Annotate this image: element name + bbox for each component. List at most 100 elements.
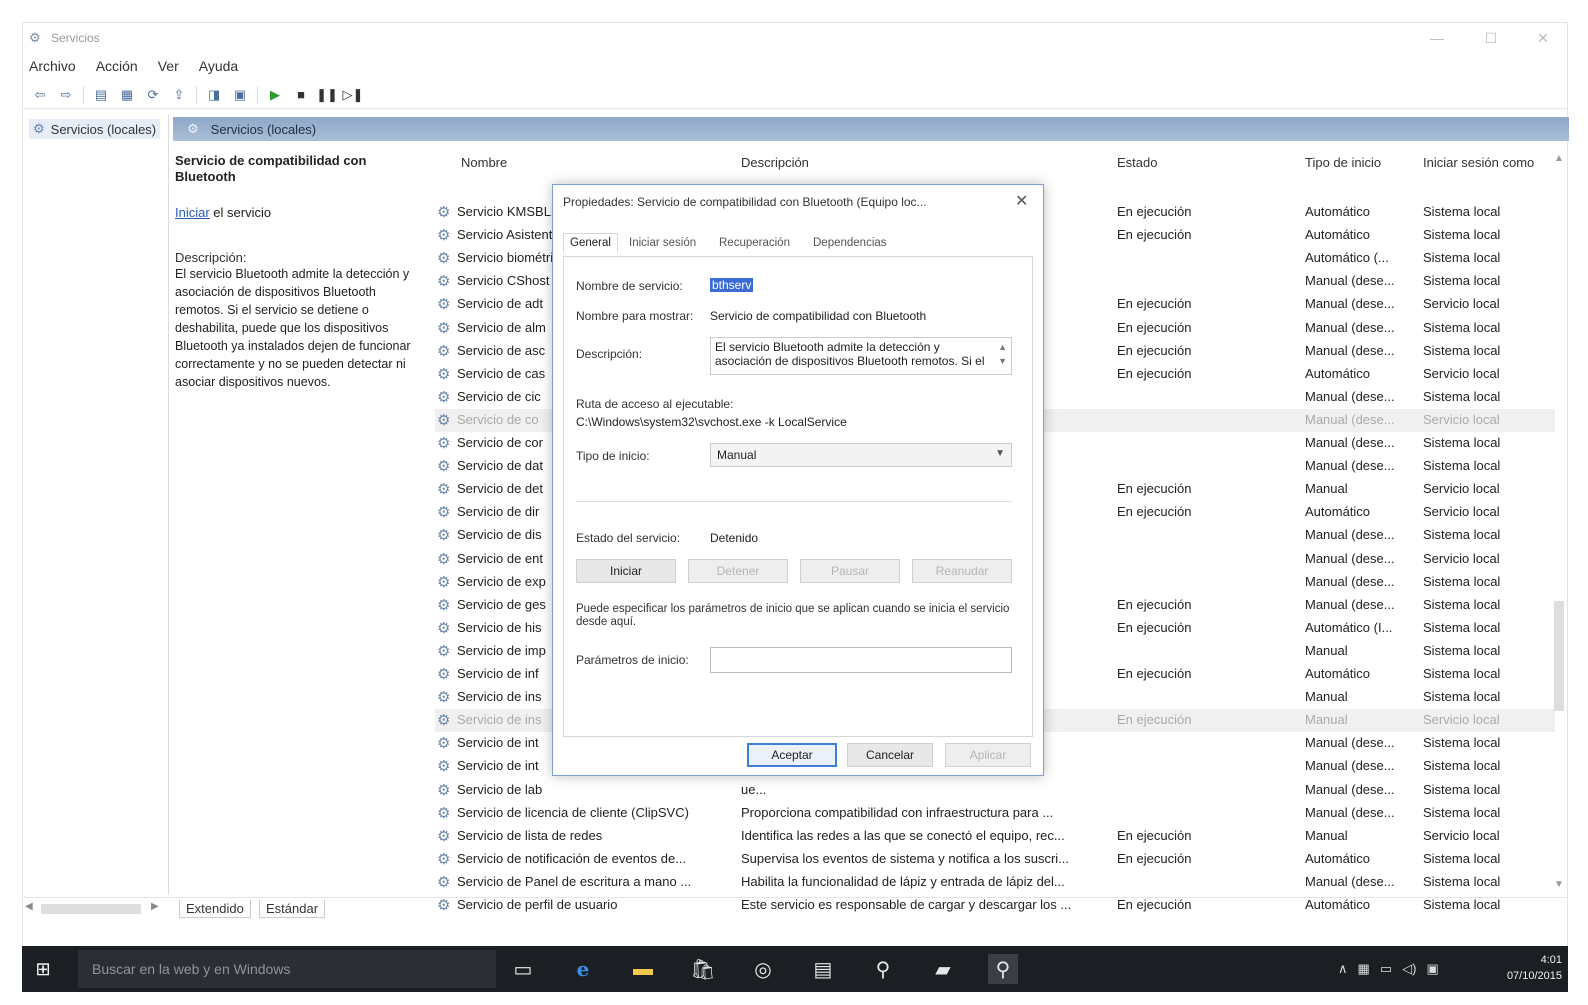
- cell-startup: Manual: [1305, 712, 1348, 728]
- resume-button[interactable]: Reanudar: [912, 559, 1012, 583]
- store-icon[interactable]: 🛍: [688, 954, 718, 984]
- close-window-button[interactable]: ✕: [1519, 23, 1567, 53]
- tray-volume-icon[interactable]: ◁): [1402, 961, 1416, 977]
- forward-arrow-icon[interactable]: ⇨: [53, 84, 79, 106]
- tree-node-services-local[interactable]: ⚙ Servicios (locales): [29, 119, 161, 139]
- tab-dependencias[interactable]: Dependencias: [813, 237, 887, 249]
- cell-desc: ue...: [741, 781, 767, 797]
- column-header-startup-type[interactable]: Tipo de inicio: [1305, 155, 1381, 170]
- description-scroll-icon[interactable]: ▲ ▼: [998, 340, 1007, 368]
- taskbar-clock[interactable]: 4:01 07/10/2015: [1488, 952, 1562, 984]
- cell-startup: Automático: [1305, 204, 1371, 219]
- tab-recuperacion[interactable]: Recuperación: [719, 237, 790, 249]
- menu-accion[interactable]: Acción: [96, 58, 138, 74]
- table-row[interactable]: ⚙ Servicio de licencia de cliente (ClipSV…: [435, 802, 1555, 825]
- column-header-name[interactable]: Nombre: [461, 155, 507, 170]
- cell-startup: Manual (dese...: [1305, 527, 1395, 543]
- start-params-input[interactable]: [710, 647, 1012, 673]
- horizontal-scroll-thumb[interactable]: [41, 904, 141, 914]
- maximize-button[interactable]: ☐: [1467, 23, 1515, 53]
- table-row[interactable]: ⚙ Servicio de lista de redes Identifica la…: [435, 825, 1555, 848]
- apply-button[interactable]: Aplicar: [945, 743, 1031, 767]
- cell-logon: Sistema local: [1423, 342, 1501, 358]
- refresh-icon[interactable]: ⟳: [140, 84, 166, 106]
- console-tree-icon[interactable]: ▤: [88, 84, 114, 106]
- cell-logon: Sistema local: [1423, 804, 1501, 820]
- path-label: Ruta de acceso al ejecutable:: [576, 397, 734, 411]
- vertical-scroll-thumb[interactable]: [1554, 601, 1564, 711]
- tab-extendido[interactable]: Extendido: [179, 900, 251, 918]
- tab-general[interactable]: General: [563, 233, 618, 253]
- pause-service-icon[interactable]: ❚❚: [314, 84, 340, 106]
- taskbar-search-box[interactable]: Buscar en la web y en Windows: [78, 950, 496, 988]
- pause-button[interactable]: Pausar: [800, 559, 900, 583]
- table-row[interactable]: ⚙ Servicio de lab ue... Manual (dese... Sist…: [435, 779, 1555, 802]
- cancel-button[interactable]: Cancelar: [847, 743, 933, 767]
- tab-estandar[interactable]: Estándar: [259, 900, 326, 918]
- stop-button[interactable]: Detener: [688, 559, 788, 583]
- start-button[interactable]: Iniciar: [576, 559, 676, 583]
- cell-status: En ejecución: [1117, 827, 1192, 843]
- tray-display-icon[interactable]: ▭: [1380, 961, 1392, 977]
- service-properties-dialog: Propiedades: Servicio de compatibilidad …: [552, 184, 1044, 776]
- cell-logon: Sistema local: [1423, 435, 1501, 450]
- menu-ayuda[interactable]: Ayuda: [199, 58, 238, 74]
- film-icon[interactable]: ▤: [808, 954, 838, 984]
- horizontal-scrollbar[interactable]: ◀ ▶: [23, 900, 169, 918]
- table-row[interactable]: ⚙ Servicio de notificación de eventos de.…: [435, 848, 1555, 871]
- start-service-link[interactable]: Iniciar: [175, 205, 210, 220]
- ok-button[interactable]: Aceptar: [747, 743, 837, 767]
- list-view-icon[interactable]: ▦: [114, 84, 140, 106]
- vertical-scrollbar[interactable]: ▲ ▼: [1551, 151, 1567, 893]
- description-textbox[interactable]: El servicio Bluetooth admite la detecció…: [710, 337, 1012, 375]
- tray-network-icon[interactable]: ▦: [1358, 961, 1370, 977]
- scroll-up-icon[interactable]: ▲: [1554, 153, 1564, 164]
- table-row[interactable]: ⚙ Servicio de Panel de escritura a mano .…: [435, 871, 1555, 894]
- photos-icon[interactable]: ▰: [928, 954, 958, 984]
- cell-logon: Sistema local: [1423, 273, 1501, 289]
- properties-icon[interactable]: ▣: [227, 84, 253, 106]
- cell-startup: Manual (dese...: [1305, 435, 1395, 450]
- stop-service-icon[interactable]: ■: [288, 84, 314, 106]
- edge-icon[interactable]: e: [568, 954, 598, 984]
- tab-iniciar-sesion[interactable]: Iniciar sesión: [629, 237, 696, 249]
- display-name-value[interactable]: Servicio de compatibilidad con Bluetooth: [710, 309, 926, 323]
- start-params-hint: Puede especificar los parámetros de inic…: [576, 603, 1010, 628]
- back-arrow-icon[interactable]: ⇦: [27, 84, 53, 106]
- startup-type-select[interactable]: Manual ▼: [710, 443, 1012, 467]
- cell-status: En ejecución: [1117, 319, 1192, 335]
- cell-startup: Automático (...: [1305, 250, 1389, 266]
- service-name-value[interactable]: bthserv: [710, 278, 754, 292]
- dialog-close-icon[interactable]: ✕: [1015, 191, 1028, 211]
- service-gear-icon: ⚙: [437, 481, 451, 499]
- search-app-icon[interactable]: ⚲: [868, 954, 898, 984]
- services-taskbar-icon[interactable]: ⚲: [988, 954, 1018, 984]
- path-value[interactable]: C:\Windows\system32\svchost.exe -k Local…: [576, 415, 847, 429]
- media-icon[interactable]: ◎: [748, 954, 778, 984]
- cell-startup: Automático: [1305, 850, 1371, 866]
- scroll-right-icon[interactable]: ▶: [151, 901, 159, 912]
- menu-ver[interactable]: Ver: [158, 58, 179, 74]
- description-label: Descripción:: [576, 347, 643, 361]
- scroll-left-icon[interactable]: ◀: [25, 901, 33, 912]
- export-list-icon[interactable]: ⇪: [166, 84, 192, 106]
- cell-logon: Sistema local: [1423, 319, 1501, 335]
- restart-service-icon[interactable]: ▷❚: [340, 84, 366, 106]
- help-icon[interactable]: ◨: [201, 84, 227, 106]
- scroll-down-icon[interactable]: ▼: [1554, 879, 1564, 890]
- column-header-description[interactable]: Descripción: [741, 155, 809, 170]
- play-service-icon[interactable]: ▶: [262, 84, 288, 106]
- tray-message-icon[interactable]: ▣: [1426, 961, 1438, 977]
- cell-startup: Manual (dese...: [1305, 873, 1395, 889]
- column-header-status[interactable]: Estado: [1117, 155, 1157, 170]
- task-view-icon[interactable]: ▭: [508, 954, 538, 984]
- taskbar: ⊞ Buscar en la web y en Windows ▭ e ▬ 🛍 …: [22, 946, 1568, 992]
- column-header-logon-as[interactable]: Iniciar sesión como: [1423, 155, 1534, 170]
- windows-start-icon[interactable]: ⊞: [32, 958, 54, 980]
- cell-status: En ejecución: [1117, 619, 1192, 635]
- tray-chevron-up-icon[interactable]: ∧: [1338, 961, 1348, 977]
- menu-archivo[interactable]: Archivo: [29, 58, 76, 74]
- file-explorer-icon[interactable]: ▬: [628, 954, 658, 984]
- minimize-button[interactable]: —: [1413, 23, 1461, 53]
- cell-startup: Manual: [1305, 689, 1348, 705]
